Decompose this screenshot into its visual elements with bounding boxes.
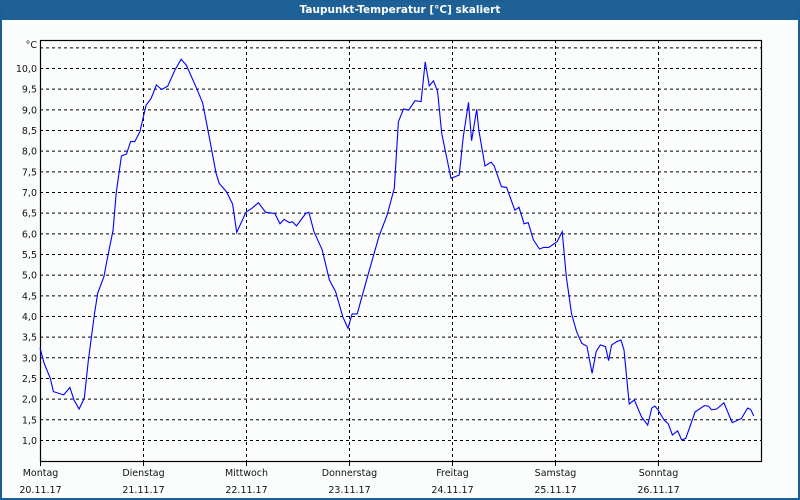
chart-window: Taupunkt-Temperatur [°C] skaliert Montag… <box>0 0 800 500</box>
x-tick-day-label: Montag <box>23 468 59 479</box>
y-axis-unit-label: °C <box>26 40 38 51</box>
dewpoint-chart: Montag 20.11.17 Dienstag 21.11.17 Mittwoch 22… <box>16 39 763 496</box>
series-line-taupunkt <box>39 58 755 441</box>
y-tick-label: 2,0 <box>22 395 37 406</box>
x-tick-date-label: 22.11.17 <box>225 485 267 496</box>
y-tick-label: 7,5 <box>22 167 37 178</box>
x-tick-day-label: Donnerstag <box>322 468 377 479</box>
x-tick-date-label: 24.11.17 <box>431 485 473 496</box>
y-tick-label: 6,5 <box>22 209 37 220</box>
y-tick-label: 2,5 <box>22 374 37 385</box>
x-tick-date-label: 26.11.17 <box>637 485 679 496</box>
x-tick-day-label: Sonntag <box>639 468 678 479</box>
y-tick-label: 4,5 <box>22 291 37 302</box>
y-tick-label: 5,0 <box>22 271 37 282</box>
y-tick-label: 1,0 <box>22 436 37 447</box>
y-tick-label: 10,0 <box>16 64 37 75</box>
x-tick-day-label: Dienstag <box>122 468 164 479</box>
y-tick-label: 7,0 <box>22 188 37 199</box>
y-tick-label: 9,0 <box>22 105 37 116</box>
y-tick-label: 3,0 <box>22 353 37 364</box>
x-tick-day-label: Freitag <box>436 468 469 479</box>
y-tick-label: 9,5 <box>22 85 37 96</box>
x-tick-date-label: 23.11.17 <box>328 485 370 496</box>
x-tick-date-label: 25.11.17 <box>534 485 576 496</box>
y-tick-label: 5,5 <box>22 250 37 261</box>
x-tick-date-label: 21.11.17 <box>122 485 164 496</box>
y-tick-label: 6,0 <box>22 229 37 240</box>
y-tick-label: 3,5 <box>22 333 37 344</box>
x-tick-date-label: 20.11.17 <box>19 485 61 496</box>
x-tick-day-label: Mittwoch <box>225 468 268 479</box>
y-tick-label: 1,5 <box>22 415 37 426</box>
y-tick-label: 4,0 <box>22 312 37 323</box>
plot-frame <box>39 39 763 463</box>
x-tick-day-label: Samstag <box>535 468 577 479</box>
y-tick-label: 8,5 <box>22 126 37 137</box>
y-tick-label: 8,0 <box>22 147 37 158</box>
